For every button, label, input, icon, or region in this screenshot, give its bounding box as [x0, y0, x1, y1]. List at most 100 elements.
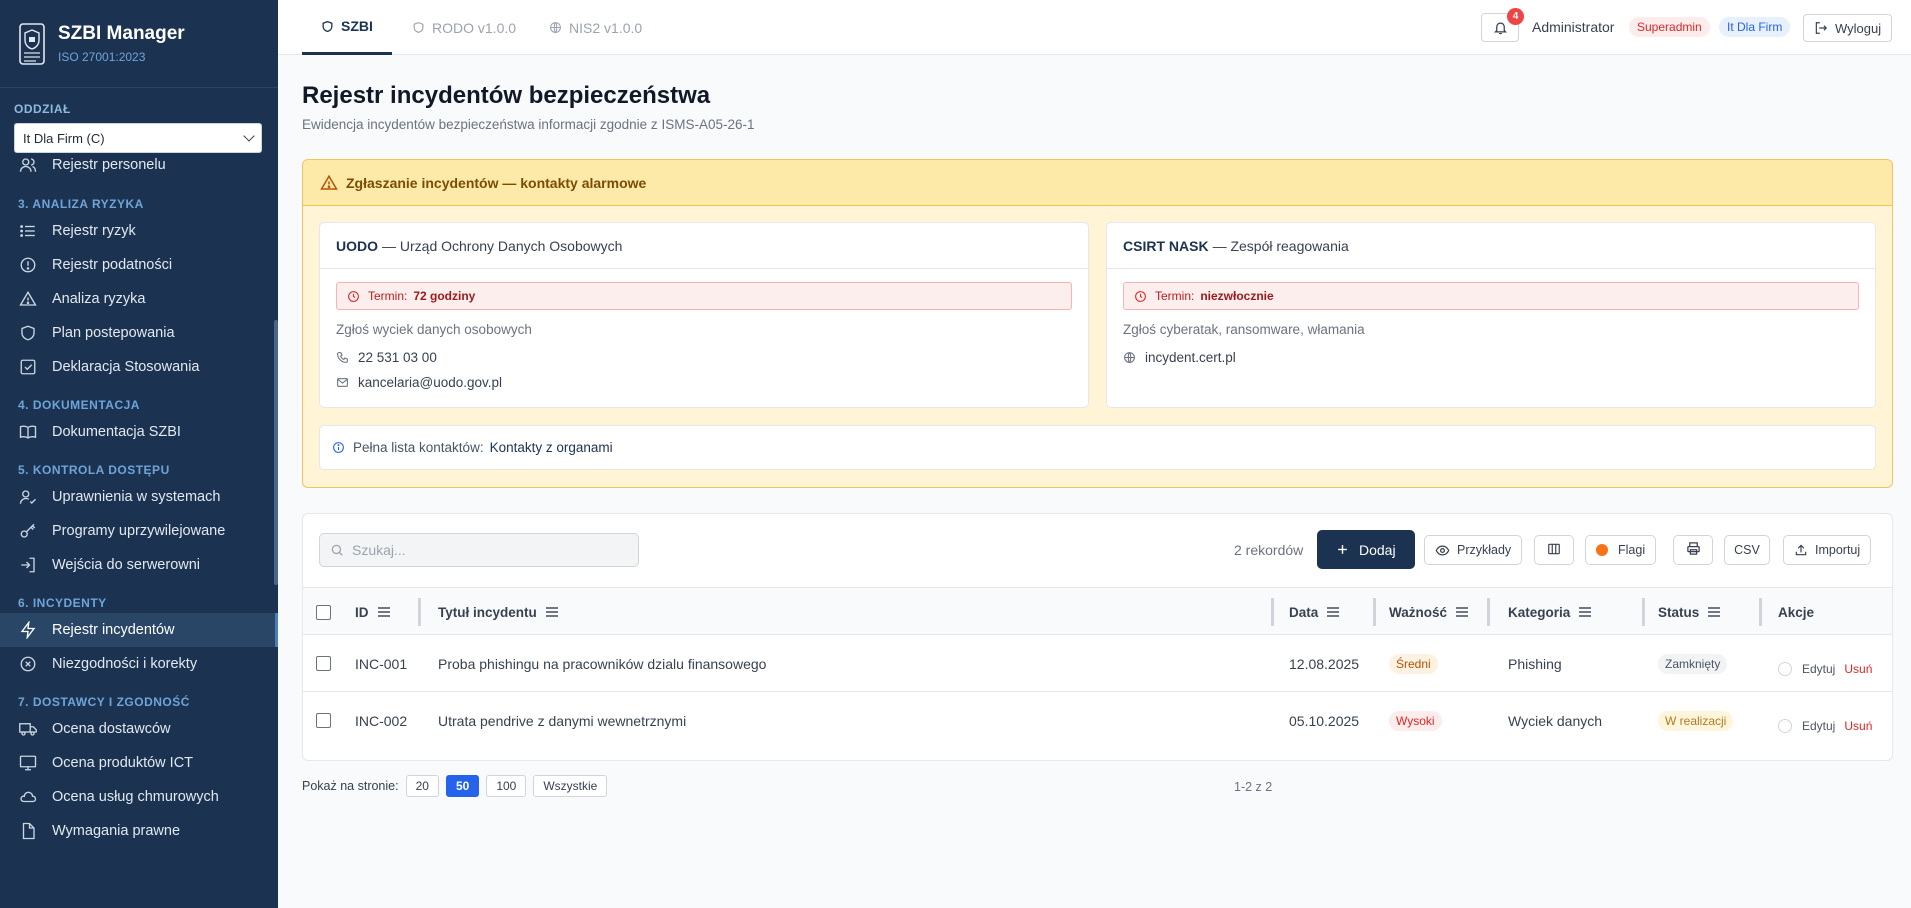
sidebar-item-label: Programy uprzywilejowane: [52, 523, 226, 539]
delete-button[interactable]: Usuń: [1844, 719, 1872, 733]
column-id[interactable]: ID: [355, 588, 390, 636]
edit-button[interactable]: Edytuj: [1802, 662, 1835, 676]
page-size-option-selected[interactable]: 50: [445, 775, 480, 797]
column-resize-handle[interactable]: [1642, 598, 1645, 626]
column-resize-handle[interactable]: [1759, 598, 1762, 626]
brand[interactable]: SZBI Manager ISO 27001:2023: [0, 0, 278, 88]
import-button[interactable]: Importuj: [1783, 535, 1872, 565]
edit-button[interactable]: Edytuj: [1802, 719, 1835, 733]
page-size-option[interactable]: 100: [486, 775, 527, 797]
sidebar-item-rejestr-incydentow[interactable]: Rejestr incydentów: [0, 613, 278, 647]
column-menu-icon[interactable]: [1327, 607, 1340, 617]
notifications-button[interactable]: 4: [1481, 8, 1524, 42]
cell-date: 12.08.2025: [1289, 655, 1360, 672]
sidebar-item-programy-uprzywilejowane[interactable]: Programy uprzywilejowane: [0, 514, 278, 548]
branch-selected-value: It Dla Firm (C): [23, 130, 105, 146]
sidebar-scrollbar[interactable]: [274, 320, 278, 585]
app-logo-icon: [19, 22, 45, 65]
contact-description: Zgłoś cyberatak, ransomware, włamania: [1123, 322, 1365, 337]
columns-button[interactable]: [1534, 535, 1574, 565]
sidebar-nav: Rejestr personelu 3. ANALIZA RYZYKA Reje…: [0, 156, 278, 848]
search-input[interactable]: [352, 542, 622, 558]
full-list-link[interactable]: Kontakty z organami: [490, 440, 613, 455]
select-all-checkbox[interactable]: [316, 588, 331, 636]
print-button[interactable]: [1673, 535, 1713, 565]
phone-number: 22 531 03 00: [358, 350, 437, 365]
sidebar-section-analiza-ryzyka: 3. ANALIZA RYZYKA: [18, 197, 144, 211]
sidebar-item-rejestr-personelu[interactable]: Rejestr personelu: [0, 149, 278, 181]
flags-button[interactable]: Flagi: [1585, 535, 1657, 565]
severity-badge: Średni: [1389, 653, 1438, 674]
search-box[interactable]: [319, 533, 639, 567]
page-size-option[interactable]: 20: [405, 775, 439, 797]
column-resize-handle[interactable]: [418, 598, 421, 626]
delete-button[interactable]: Usuń: [1844, 662, 1872, 676]
sidebar-item-ocena-produktow-ict[interactable]: Ocena produktów ICT: [0, 746, 278, 780]
column-menu-icon[interactable]: [1708, 607, 1721, 617]
sidebar-item-rejestr-podatnosci[interactable]: Rejestr podatności: [0, 248, 278, 282]
emergency-contacts-panel: Zgłaszanie incydentów — kontakty alarmow…: [302, 159, 1893, 488]
search-icon: [330, 543, 344, 557]
alert-title: Zgłaszanie incydentów — kontakty alarmow…: [346, 174, 647, 191]
row-checkbox[interactable]: [316, 635, 331, 692]
sidebar-item-analiza-ryzyka[interactable]: Analiza ryzyka: [0, 282, 278, 316]
checkbox[interactable]: [316, 713, 331, 728]
row-radio[interactable]: [1778, 718, 1792, 733]
full-list-label: Pełna lista kontaktów:: [353, 440, 484, 455]
table-row[interactable]: INC-002 Utrata pendrive z danymi wewnetr…: [303, 692, 1892, 749]
column-menu-icon[interactable]: [1579, 607, 1592, 617]
csv-button[interactable]: CSV: [1724, 535, 1770, 565]
page-size-option[interactable]: Wszystkie: [533, 775, 608, 797]
tab-szbi[interactable]: SZBI: [302, 0, 392, 55]
checkbox[interactable]: [316, 604, 331, 620]
column-title[interactable]: Tytuł incydentu: [438, 588, 558, 636]
checkbox[interactable]: [316, 656, 331, 671]
sidebar-item-uprawnienia[interactable]: Uprawnienia w systemach: [0, 480, 278, 514]
sidebar-item-plan-postepowania[interactable]: Plan postepowania: [0, 316, 278, 350]
logout-icon: [1814, 21, 1828, 35]
sidebar-item-ocena-uslug-chmurowych[interactable]: Ocena usług chmurowych: [0, 780, 278, 814]
column-label: Tytuł incydentu: [438, 604, 537, 620]
logout-button[interactable]: Wyloguj: [1803, 14, 1893, 42]
add-button[interactable]: Dodaj: [1317, 530, 1415, 569]
sidebar-item-rejestr-ryzyk[interactable]: Rejestr ryzyk: [0, 214, 278, 248]
upload-icon: [1794, 543, 1808, 557]
tab-nis2[interactable]: NIS2 v1.0.0: [549, 0, 642, 55]
column-severity[interactable]: Ważność: [1389, 588, 1469, 636]
column-resize-handle[interactable]: [1487, 598, 1490, 626]
row-checkbox[interactable]: [316, 692, 331, 749]
sidebar-item-wejscia-serwerownia[interactable]: Wejścia do serwerowni: [0, 548, 278, 582]
sidebar-item-niezgodnosci[interactable]: Niezgodności i korekty: [0, 647, 278, 681]
plus-icon: [1336, 543, 1349, 556]
contact-phone[interactable]: 22 531 03 00: [336, 350, 437, 365]
sidebar-item-deklaracja-stosowania[interactable]: Deklaracja Stosowania: [0, 350, 278, 384]
column-label: Status: [1658, 604, 1700, 620]
page-range: 1-2 z 2: [1234, 780, 1273, 794]
sidebar: SZBI Manager ISO 27001:2023 ODDZIAŁ It D…: [0, 0, 278, 908]
column-menu-icon[interactable]: [1456, 607, 1469, 617]
tab-rodo[interactable]: RODO v1.0.0: [412, 0, 516, 55]
column-category[interactable]: Kategoria: [1508, 588, 1592, 636]
row-radio[interactable]: [1778, 661, 1792, 676]
sidebar-item-label: Rejestr incydentów: [52, 622, 175, 638]
sidebar-item-wymagania-prawne[interactable]: Wymagania prawne: [0, 814, 278, 848]
column-resize-handle[interactable]: [1373, 598, 1376, 626]
cloud-icon: [18, 787, 38, 807]
email-address: kancelaria@uodo.gov.pl: [358, 375, 503, 390]
tab-label: RODO v1.0.0: [432, 19, 517, 36]
column-resize-handle[interactable]: [1271, 598, 1274, 626]
column-menu-icon[interactable]: [377, 607, 390, 617]
contact-email[interactable]: kancelaria@uodo.gov.pl: [336, 375, 502, 390]
examples-button[interactable]: Przykłady: [1424, 535, 1523, 565]
contact-website[interactable]: incydent.cert.pl: [1123, 350, 1236, 365]
sidebar-item-label: Ocena produktów ICT: [52, 755, 194, 771]
sidebar-item-label: Wymagania prawne: [52, 823, 181, 839]
column-menu-icon[interactable]: [545, 607, 558, 617]
column-date[interactable]: Data: [1289, 588, 1340, 636]
column-status[interactable]: Status: [1658, 588, 1721, 636]
table-row[interactable]: INC-001 Proba phishingu na pracowników d…: [303, 635, 1892, 692]
sidebar-item-ocena-dostawcow[interactable]: Ocena dostawców: [0, 712, 278, 746]
sidebar-item-dokumentacja-szbi[interactable]: Dokumentacja SZBI: [0, 415, 278, 449]
list-icon: [18, 221, 38, 241]
website-link: incydent.cert.pl: [1145, 350, 1236, 365]
